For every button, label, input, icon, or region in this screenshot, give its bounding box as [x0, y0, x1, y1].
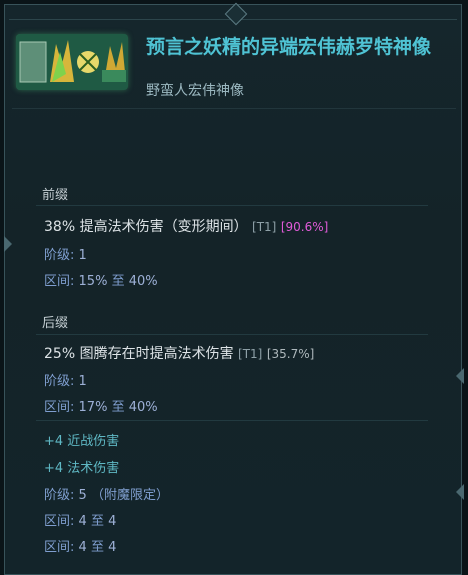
suffix-tier: [T1]: [238, 347, 263, 361]
suffix-range: 区间: 17% 至 40%: [44, 396, 158, 415]
implicit-level-label: 阶级:: [44, 488, 75, 503]
implicit-line-1: +4 近战伤害: [44, 434, 120, 449]
prefix-range-high: 40%: [128, 274, 158, 289]
implicit-range2-low: 4: [78, 540, 87, 555]
implicit-range-2: 区间: 4 至 4: [44, 536, 116, 555]
prefix-title: 前缀: [42, 188, 69, 203]
suffix-level-label: 阶级:: [44, 374, 75, 389]
implicit-range2-to: 至: [90, 540, 104, 555]
prefix-roll: [90.6%]: [280, 220, 329, 234]
implicit-line-2: +4 法术伤害: [44, 461, 120, 476]
item-header: 预言之妖精的异端宏伟赫罗特神像 野蛮人宏伟神像: [12, 26, 452, 156]
implicit-range-1: 区间: 4 至 4: [44, 510, 116, 529]
implicit-range2-label: 区间:: [44, 540, 75, 555]
implicit-level-value: 5: [78, 488, 87, 503]
suffix-range-label: 区间:: [44, 400, 75, 415]
prefix-divider: [36, 205, 428, 206]
prefix-mod: 38% 提高法术伤害（变形期间） [T1] [90.6%]: [44, 216, 328, 236]
implicit-range1-to: 至: [90, 514, 104, 529]
prefix-mod-text: 38% 提高法术伤害（变形期间）: [44, 219, 248, 235]
suffix-mod: 25% 图腾存在时提高法术伤害 [T1] [35.7%]: [44, 343, 314, 363]
prefix-range: 区间: 15% 至 40%: [44, 270, 158, 289]
suffix-title: 后缀: [42, 316, 69, 331]
prefix-level-value: 1: [78, 248, 87, 263]
prefix-level-label: 阶级:: [44, 248, 75, 263]
implicit-range1-high: 4: [108, 514, 117, 529]
prefix-range-low: 15%: [78, 274, 108, 289]
implicit-range2-high: 4: [108, 540, 117, 555]
prefix-level: 阶级: 1: [44, 244, 87, 263]
item-name: 预言之妖精的异端宏伟赫罗特神像: [146, 36, 432, 58]
suffix-range-to: 至: [111, 400, 125, 415]
implicit-divider: [36, 420, 428, 421]
prefix-tier: [T1]: [252, 220, 277, 234]
implicit-level: 阶级: 5 （附魔限定）: [44, 484, 169, 503]
suffix-mod-text: 25% 图腾存在时提高法术伤害: [44, 346, 234, 362]
prefix-range-to: 至: [111, 274, 125, 289]
suffix-range-low: 17%: [78, 400, 108, 415]
idol-item-icon[interactable]: [16, 34, 128, 90]
prefix-range-label: 区间:: [44, 274, 75, 289]
suffix-level-value: 1: [78, 374, 87, 389]
implicit-level-note: （附魔限定）: [90, 488, 169, 503]
suffix-level: 阶级: 1: [44, 370, 87, 389]
implicit-range1-low: 4: [78, 514, 87, 529]
suffix-roll: [35.7%]: [266, 347, 315, 361]
suffix-divider: [36, 334, 428, 335]
suffix-range-high: 40%: [128, 400, 158, 415]
header-divider: [12, 108, 456, 109]
implicit-range1-label: 区间:: [44, 514, 75, 529]
item-base-type: 野蛮人宏伟神像: [146, 83, 244, 99]
